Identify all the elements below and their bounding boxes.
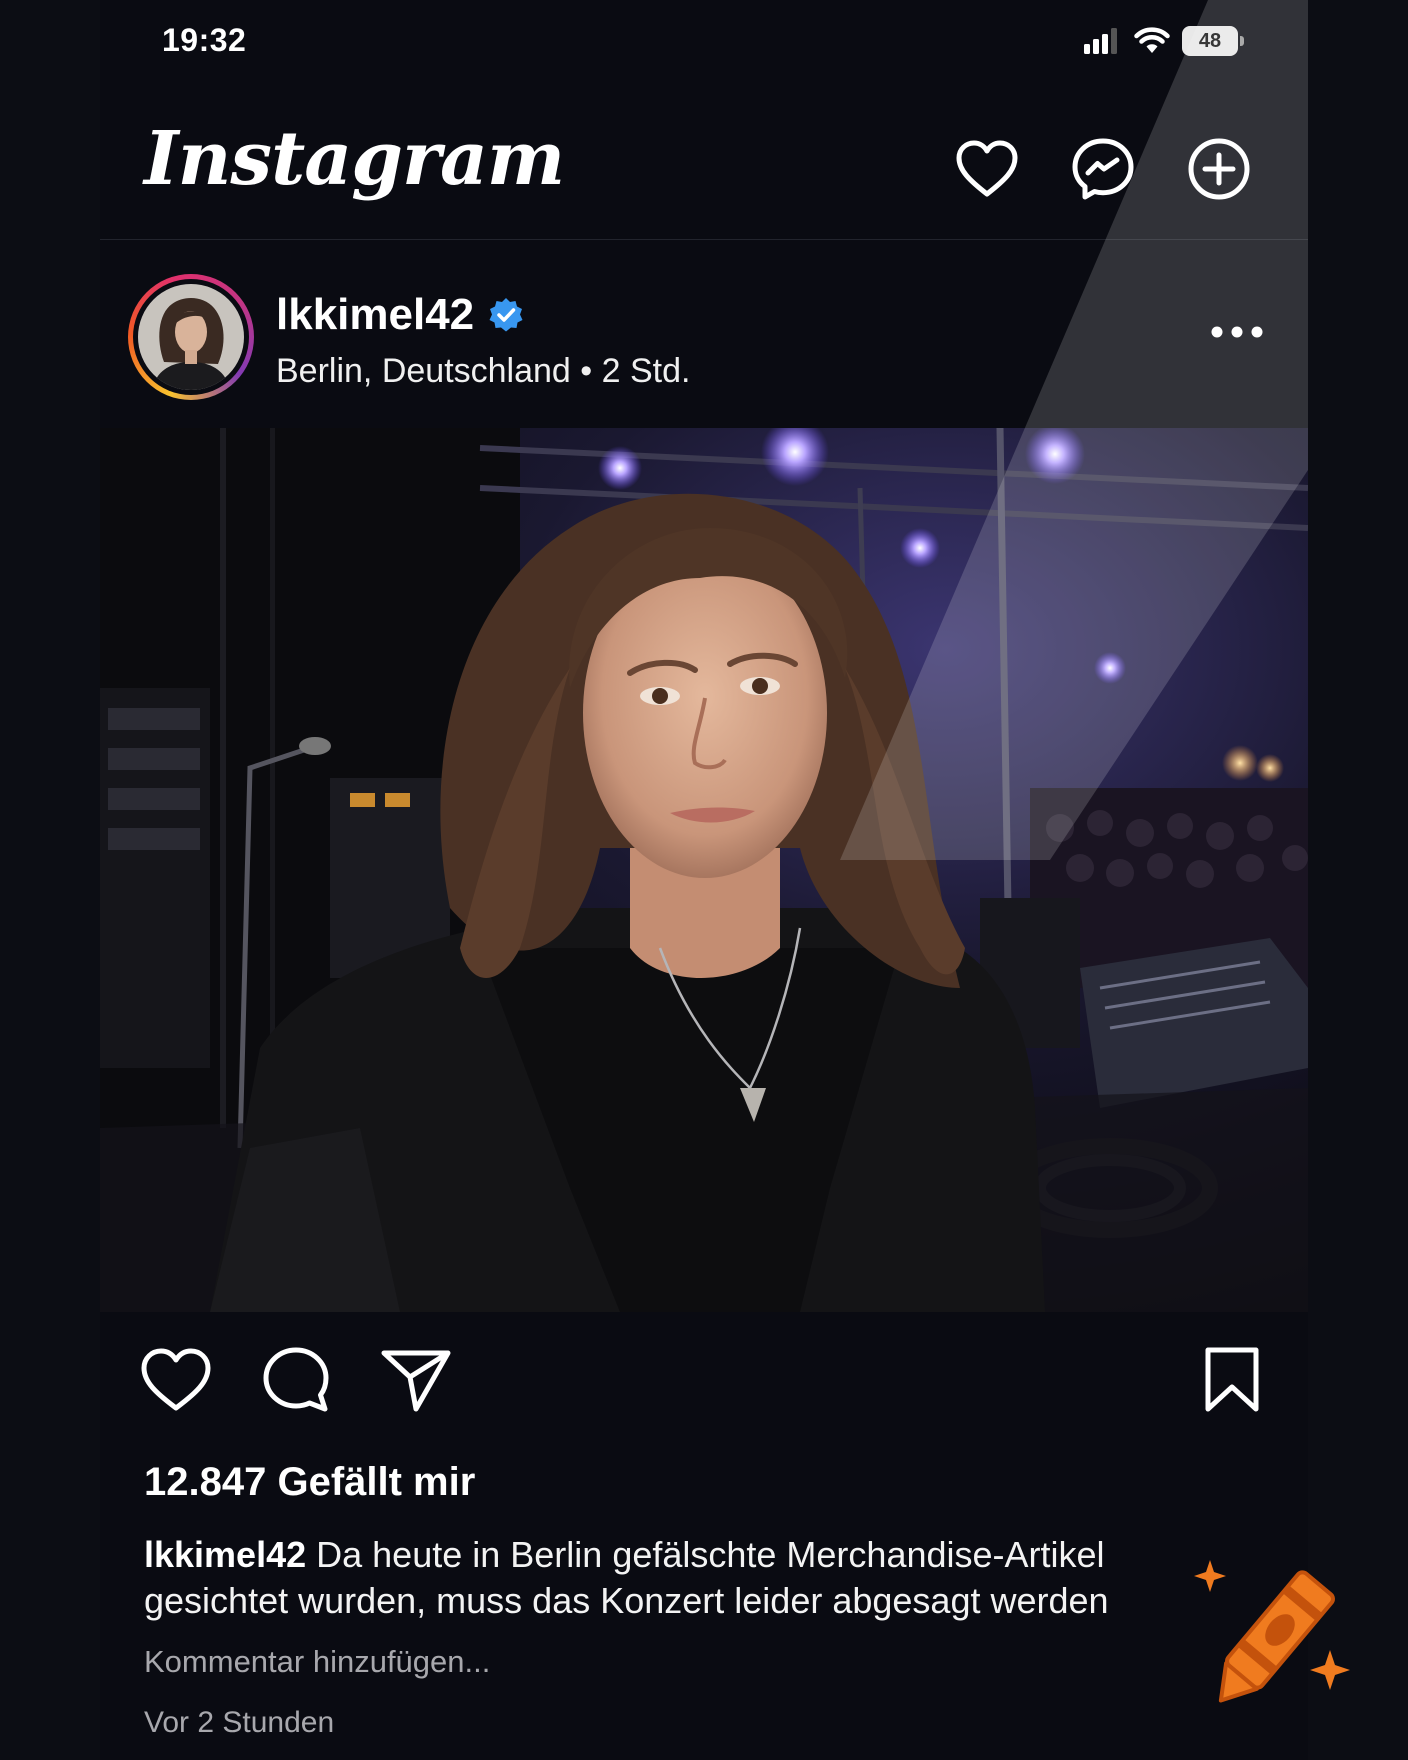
- story-ring[interactable]: [128, 274, 254, 400]
- status-time: 19:32: [162, 22, 247, 58]
- username-text: lkkimel42: [276, 290, 475, 339]
- battery-icon: 48: [1182, 26, 1244, 56]
- post-username[interactable]: lkkimel42: [276, 290, 524, 340]
- status-icons: 48: [1084, 26, 1244, 56]
- heart-icon: [141, 1348, 211, 1411]
- post-actions: [100, 1340, 1308, 1430]
- post-caption: lkkimel42 Da heute in Berlin gefälschte …: [144, 1532, 1244, 1624]
- ellipsis-icon: [1211, 326, 1263, 338]
- add-comment-link[interactable]: Kommentar hinzufügen...: [144, 1644, 490, 1680]
- avatar: [138, 284, 244, 390]
- like-count[interactable]: 12.847 Gefällt mir: [144, 1460, 475, 1505]
- heart-icon: [956, 140, 1018, 197]
- instagram-logo[interactable]: Instagram: [144, 116, 565, 202]
- post-timestamp: Vor 2 Stunden: [144, 1706, 335, 1739]
- save-button[interactable]: [1192, 1340, 1272, 1420]
- share-button[interactable]: [376, 1340, 456, 1420]
- create-post-button[interactable]: [1184, 134, 1254, 204]
- activity-heart-button[interactable]: [952, 134, 1022, 204]
- like-button[interactable]: [136, 1340, 216, 1420]
- app-header: Instagram: [100, 100, 1308, 240]
- post-location[interactable]: Berlin, Deutschland: [276, 352, 571, 390]
- crayon-icon: [1194, 1560, 1350, 1703]
- post-time-ago: 2 Std.: [601, 352, 691, 390]
- battery-level: 48: [1198, 29, 1222, 52]
- comment-button[interactable]: [256, 1340, 336, 1420]
- location-separator: •: [580, 352, 593, 390]
- right-bezel: [1308, 0, 1408, 1760]
- status-bar: 19:32 48: [100, 0, 1308, 90]
- post-location-line: Berlin, Deutschland • 2 Std.: [276, 352, 690, 391]
- left-bezel: [0, 0, 100, 1760]
- more-options-button[interactable]: [1202, 312, 1272, 352]
- bookmark-icon: [1205, 1347, 1259, 1412]
- send-icon: [381, 1350, 451, 1412]
- verified-badge-icon: [489, 298, 523, 332]
- post-header: lkkimel42 Berlin, Deutschland • 2 Std.: [100, 262, 1308, 422]
- signal-icon: [1084, 28, 1117, 54]
- comment-icon: [263, 1347, 329, 1412]
- caption-username[interactable]: lkkimel42: [144, 1534, 306, 1575]
- messenger-button[interactable]: [1068, 134, 1138, 204]
- plus-circle-icon: [1188, 138, 1250, 200]
- messenger-icon: [1072, 138, 1134, 200]
- post-photo[interactable]: [100, 428, 1308, 1312]
- wifi-icon: [1134, 27, 1170, 53]
- phone-screen: 19:32 48 Instagram lkkimel42 Berlin, Deu…: [100, 0, 1308, 1760]
